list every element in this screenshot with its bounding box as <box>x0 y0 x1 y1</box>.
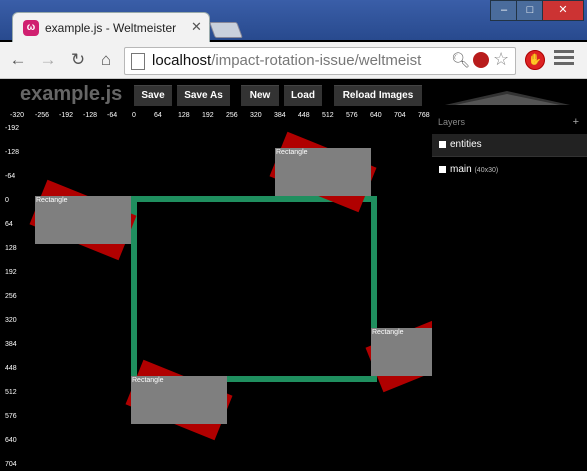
entity-label: Rectangle <box>276 149 308 156</box>
layers-toggle-icon[interactable] <box>445 87 570 105</box>
save-button[interactable]: Save <box>134 85 172 106</box>
layer-visibility-checkbox[interactable] <box>439 141 446 148</box>
menu-icon[interactable] <box>554 50 574 68</box>
ruler-y-tick: 320 <box>5 317 17 324</box>
ruler-y-tick: -192 <box>5 125 20 132</box>
ruler-y-tick: 0 <box>5 197 9 204</box>
reload-icon[interactable]: ↻ <box>68 50 88 70</box>
page-icon <box>131 53 145 70</box>
ruler-x: -320 -256 -192 -128 -64 0 64 128 192 256… <box>0 112 432 122</box>
address-bar[interactable]: localhost/impact-rotation-issue/weltmeis… <box>124 47 516 75</box>
ruler-y-tick: -64 <box>5 173 16 180</box>
layer-name: entities <box>450 139 482 150</box>
ruler-y-tick: 576 <box>5 413 17 420</box>
layer-visibility-checkbox[interactable] <box>439 166 446 173</box>
ruler-y-tick: 640 <box>5 437 17 444</box>
ruler-y-tick: 128 <box>5 245 17 252</box>
new-tab-button[interactable] <box>209 22 243 38</box>
ruler-y-tick: 704 <box>5 461 17 468</box>
entity-label: Rectangle <box>372 329 404 336</box>
tab-close-icon[interactable]: ✕ <box>191 19 202 35</box>
ruler-x-tick: 64 <box>154 112 162 119</box>
close-window-button[interactable]: ✕ <box>542 0 584 21</box>
entity-label: Rectangle <box>36 197 68 204</box>
new-button[interactable]: New <box>241 85 279 106</box>
ruler-y-tick: 448 <box>5 365 17 372</box>
layer-item-entities[interactable]: entities <box>432 134 587 157</box>
extension-icon[interactable] <box>473 52 489 68</box>
layer-item-main[interactable]: main (40x30) <box>432 159 587 181</box>
ruler-y-tick: 384 <box>5 341 17 348</box>
adblock-icon[interactable]: ✋ <box>525 50 545 70</box>
ruler-x-tick: -192 <box>59 112 74 119</box>
layer-dimensions: (40x30) <box>474 167 499 174</box>
layer-name-text: main <box>450 164 472 175</box>
ruler-x-tick: -128 <box>83 112 98 119</box>
ruler-y-tick: 64 <box>5 221 13 228</box>
browser-tab[interactable]: ω example.js - Weltmeister ✕ <box>12 12 210 43</box>
back-arrow-icon[interactable]: ← <box>8 50 28 70</box>
zoom-icon[interactable]: 🔍︎ <box>451 51 470 69</box>
ruler-x-tick: -64 <box>107 112 118 119</box>
ruler-x-tick: 384 <box>274 112 286 119</box>
forward-arrow-icon[interactable]: → <box>38 50 58 70</box>
minimize-button[interactable]: – <box>490 0 518 21</box>
ruler-x-tick: 0 <box>132 112 136 119</box>
layer-name: main (40x30) <box>450 164 498 175</box>
ruler-x-tick: 768 <box>418 112 430 119</box>
url-text: localhost/impact-rotation-issue/weltmeis… <box>152 52 421 69</box>
save-as-button[interactable]: Save As <box>177 85 230 106</box>
bookmark-star-icon[interactable]: ☆ <box>493 49 509 70</box>
ruler-x-tick: 320 <box>250 112 262 119</box>
home-icon[interactable]: ⌂ <box>96 50 116 70</box>
add-layer-button[interactable]: + <box>573 116 579 128</box>
url-host: localhost <box>152 52 212 69</box>
ruler-x-tick: 640 <box>370 112 382 119</box>
editor-header: example.js Save Save As New Load Reload … <box>0 79 587 112</box>
ruler-x-tick: 128 <box>178 112 190 119</box>
collision-rectangle[interactable] <box>131 196 377 382</box>
ruler-x-tick: -256 <box>35 112 50 119</box>
layers-panel: Layers + entities main (40x30) <box>432 112 587 471</box>
ruler-x-tick: 448 <box>298 112 310 119</box>
reload-images-button[interactable]: Reload Images <box>334 85 422 106</box>
ruler-y-tick: 256 <box>5 293 17 300</box>
tab-title: example.js - Weltmeister <box>45 21 177 35</box>
weltmeister-favicon-icon: ω <box>23 20 39 36</box>
ruler-x-tick: -320 <box>10 112 25 119</box>
editor-title: example.js <box>20 83 123 105</box>
entity-label: Rectangle <box>132 377 164 384</box>
ruler-y-tick: 512 <box>5 389 17 396</box>
ruler-y-tick: -128 <box>5 149 20 156</box>
ruler-x-tick: 704 <box>394 112 406 119</box>
load-button[interactable]: Load <box>284 85 322 106</box>
ruler-x-tick: 192 <box>202 112 214 119</box>
maximize-button[interactable]: □ <box>516 0 544 21</box>
url-path: /impact-rotation-issue/weltmeist <box>211 52 422 69</box>
ruler-x-tick: 512 <box>322 112 334 119</box>
ruler-x-tick: 256 <box>226 112 238 119</box>
ruler-y-tick: 192 <box>5 269 17 276</box>
browser-toolbar: ← → ↻ ⌂ localhost/impact-rotation-issue/… <box>0 42 587 79</box>
ruler-x-tick: 576 <box>346 112 358 119</box>
layers-title: Layers <box>438 117 466 127</box>
